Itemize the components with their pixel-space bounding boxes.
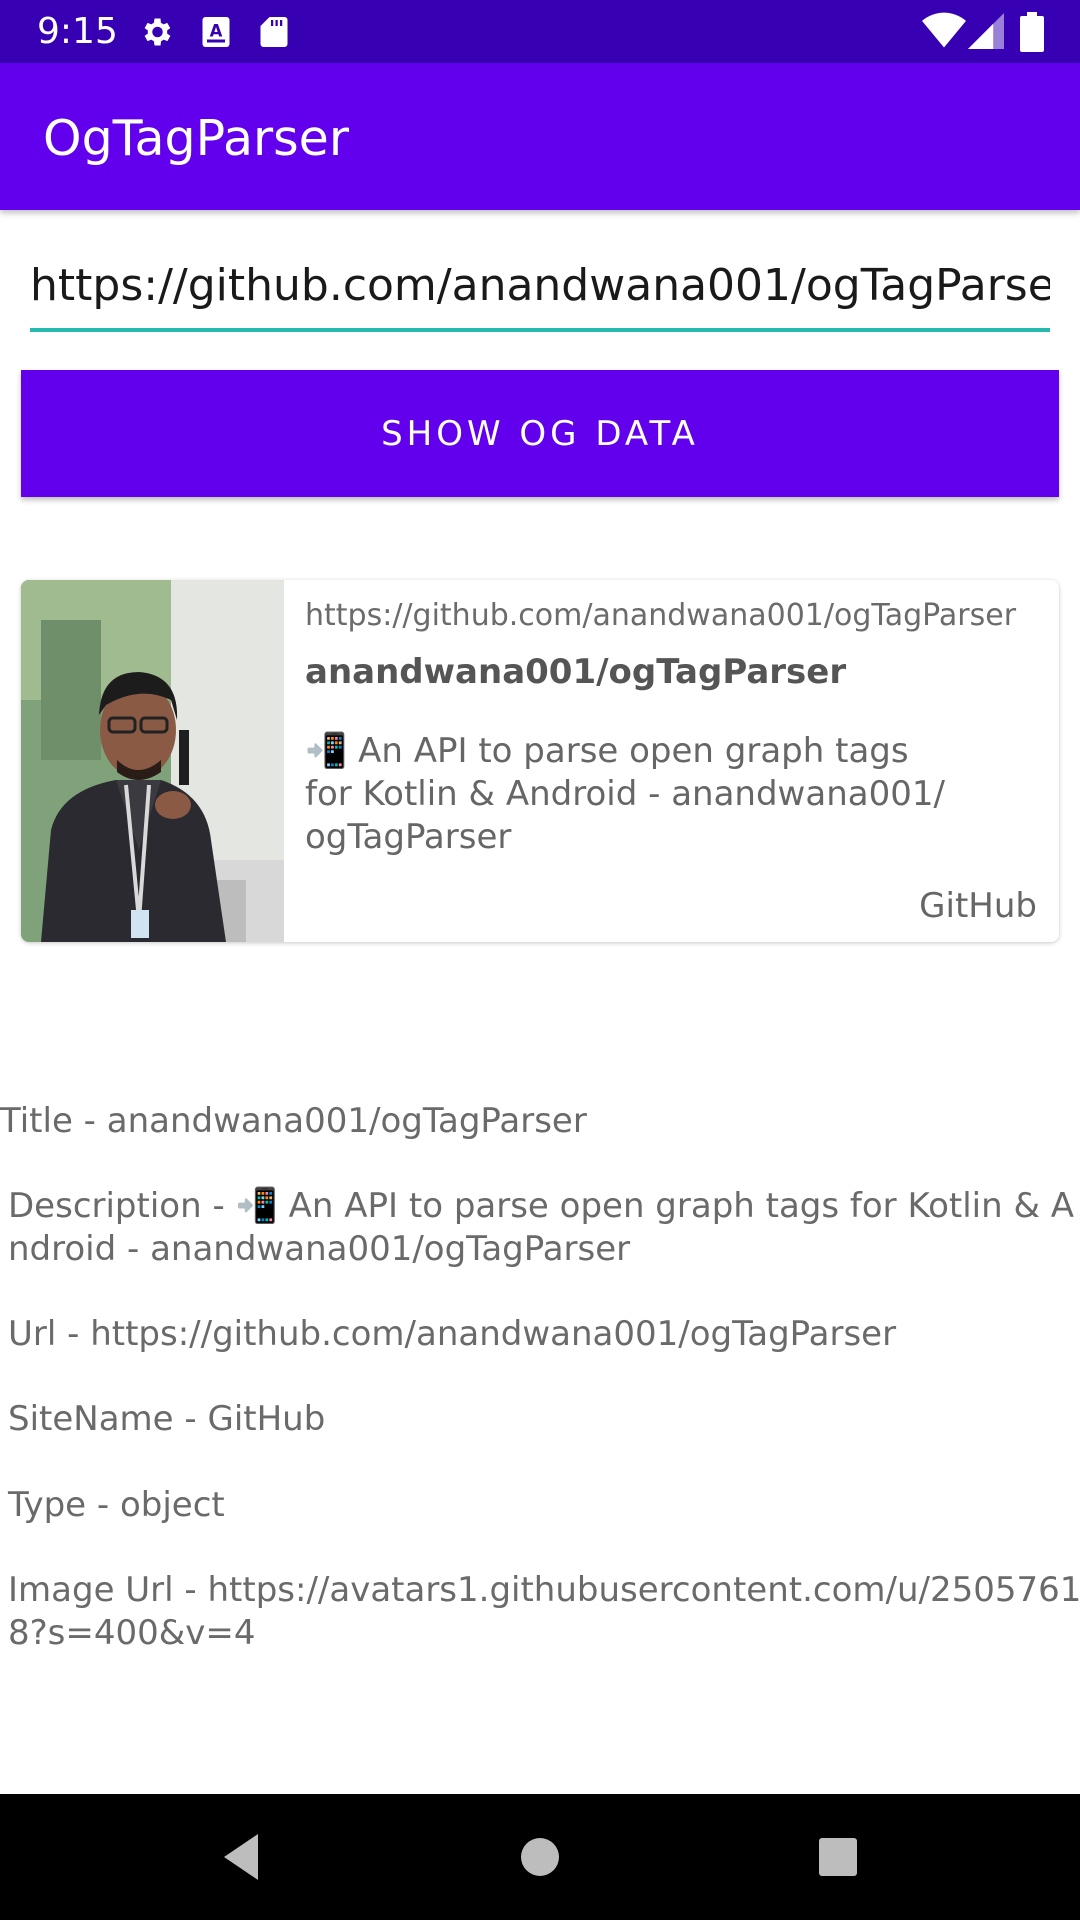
detail-type: Type - object [8, 1485, 225, 1525]
back-icon[interactable] [214, 1826, 276, 1888]
detail-title: Title - anandwana001/ogTagParser [0, 1101, 587, 1141]
card-url: https://github.com/anandwana001/ogTagPar… [305, 598, 1017, 633]
detail-image-url: Image Url - https://avatars1.githubuserc… [8, 1570, 1080, 1653]
home-icon[interactable] [509, 1826, 571, 1888]
status-time: 9:15 [37, 11, 118, 52]
text-a-icon: A [202, 17, 230, 47]
gear-icon [144, 18, 171, 46]
detail-site-name: SiteName - GitHub [8, 1399, 326, 1439]
card-title: anandwana001/ogTagParser [305, 652, 847, 692]
card-site-name: GitHub [919, 886, 1037, 926]
cell-signal-icon [968, 13, 1004, 49]
show-og-data-button[interactable]: SHOW OG DATA [21, 370, 1059, 497]
detail-url: Url - https://github.com/anandwana001/og… [8, 1314, 897, 1354]
url-input[interactable] [30, 254, 1050, 332]
detail-description: Description - 📲 An API to parse open gra… [8, 1186, 1075, 1269]
card-description: 📲 An API to parse open graph tags for Ko… [305, 731, 945, 857]
battery-icon [1020, 12, 1044, 52]
app-title: OgTagParser [43, 110, 349, 167]
app-bar: OgTagParser [0, 63, 1080, 210]
sd-card-icon [260, 17, 288, 47]
navigation-bar [0, 1794, 1080, 1920]
status-bar: 9:15 A [0, 0, 1080, 63]
wifi-icon [922, 12, 966, 48]
recent-apps-icon[interactable] [807, 1826, 869, 1888]
preview-image [21, 580, 284, 942]
og-preview-card[interactable]: https://github.com/anandwana001/ogTagPar… [21, 580, 1059, 942]
svg-text:A: A [210, 22, 223, 41]
